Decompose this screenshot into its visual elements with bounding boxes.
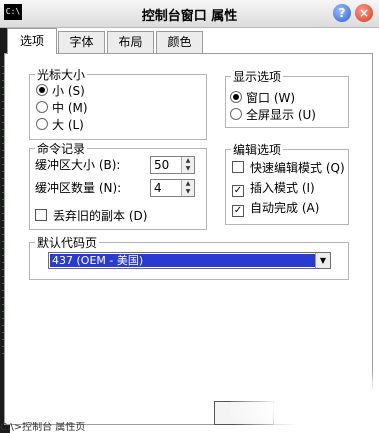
footer-text: C:\>控制台 属性页: [0, 422, 86, 433]
radio-medium[interactable]: [36, 101, 48, 113]
codepage-title: 默认代码页: [35, 234, 100, 251]
radio-window[interactable]: [230, 91, 242, 103]
buffer-count-stepper[interactable]: 4 ▲ ▼: [150, 179, 195, 197]
cursor-size-small-option[interactable]: 小 (S): [36, 83, 85, 99]
close-button[interactable]: ×: [355, 4, 373, 22]
quick-edit-option[interactable]: 快速编辑模式 (Q): [232, 160, 345, 176]
cursor-size-title: 光标大小: [35, 66, 88, 83]
command-history-title: 命令记录: [35, 140, 88, 157]
tab-layout[interactable]: 布局: [107, 31, 154, 53]
autocomplete-option[interactable]: ✓ 自动完成 (A): [232, 200, 320, 217]
radio-large[interactable]: [36, 118, 48, 130]
codepage-dropdown[interactable]: 437 (OEM - 美国) ▼: [48, 252, 331, 269]
radio-fullscreen[interactable]: [230, 108, 242, 120]
discard-duplicates-label: 丢弃旧的副本 (D): [53, 209, 148, 223]
cursor-size-medium-option[interactable]: 中 (M): [36, 100, 88, 116]
tab-font[interactable]: 字体: [58, 31, 105, 53]
chevron-down-icon[interactable]: ▼: [315, 253, 330, 268]
quick-edit-checkbox[interactable]: [232, 161, 244, 173]
buffer-count-label: 缓冲区数量 (N):: [35, 181, 122, 195]
title-bar[interactable]: C:\ 控制台窗口 属性 ? ×: [0, 0, 379, 28]
insert-mode-checkbox[interactable]: ✓: [232, 185, 244, 197]
buffer-size-stepper[interactable]: 50 ▲ ▼: [150, 156, 195, 174]
codepage-selected-value[interactable]: 437 (OEM - 美国): [50, 254, 318, 267]
insert-mode-option[interactable]: ✓ 插入模式 (I): [232, 180, 315, 197]
radio-small[interactable]: [36, 84, 48, 96]
buffer-size-spin-arrows[interactable]: ▲ ▼: [181, 157, 194, 173]
autocomplete-checkbox[interactable]: ✓: [232, 205, 244, 217]
cursor-size-small-label: 小 (S): [52, 84, 85, 98]
cursor-size-large-option[interactable]: 大 (L): [36, 117, 84, 133]
quick-edit-label: 快速编辑模式 (Q): [250, 161, 345, 175]
autocomplete-label: 自动完成 (A): [250, 201, 320, 215]
cursor-size-medium-label: 中 (M): [52, 101, 88, 115]
buffer-count-spin-arrows[interactable]: ▲ ▼: [181, 180, 194, 196]
tab-colors[interactable]: 颜色: [156, 31, 203, 53]
display-fullscreen-label: 全屏显示 (U): [246, 108, 316, 122]
cursor-size-large-label: 大 (L): [52, 118, 84, 132]
display-window-label: 窗口 (W): [246, 91, 296, 105]
window-title: 控制台窗口 属性: [141, 9, 238, 24]
edit-options-title: 编辑选项: [231, 141, 284, 158]
buffer-size-label: 缓冲区大小 (B):: [35, 158, 121, 172]
display-window-option[interactable]: 窗口 (W): [230, 90, 295, 106]
tab-options[interactable]: 选项: [7, 28, 57, 54]
insert-mode-label: 插入模式 (I): [250, 181, 315, 195]
discard-duplicates-option[interactable]: 丢弃旧的副本 (D): [35, 208, 147, 224]
help-button[interactable]: ?: [333, 4, 351, 22]
watermark-fade: [230, 370, 379, 433]
display-fullscreen-option[interactable]: 全屏显示 (U): [230, 107, 316, 123]
discard-duplicates-checkbox[interactable]: [35, 209, 47, 221]
display-options-title: 显示选项: [231, 68, 284, 85]
